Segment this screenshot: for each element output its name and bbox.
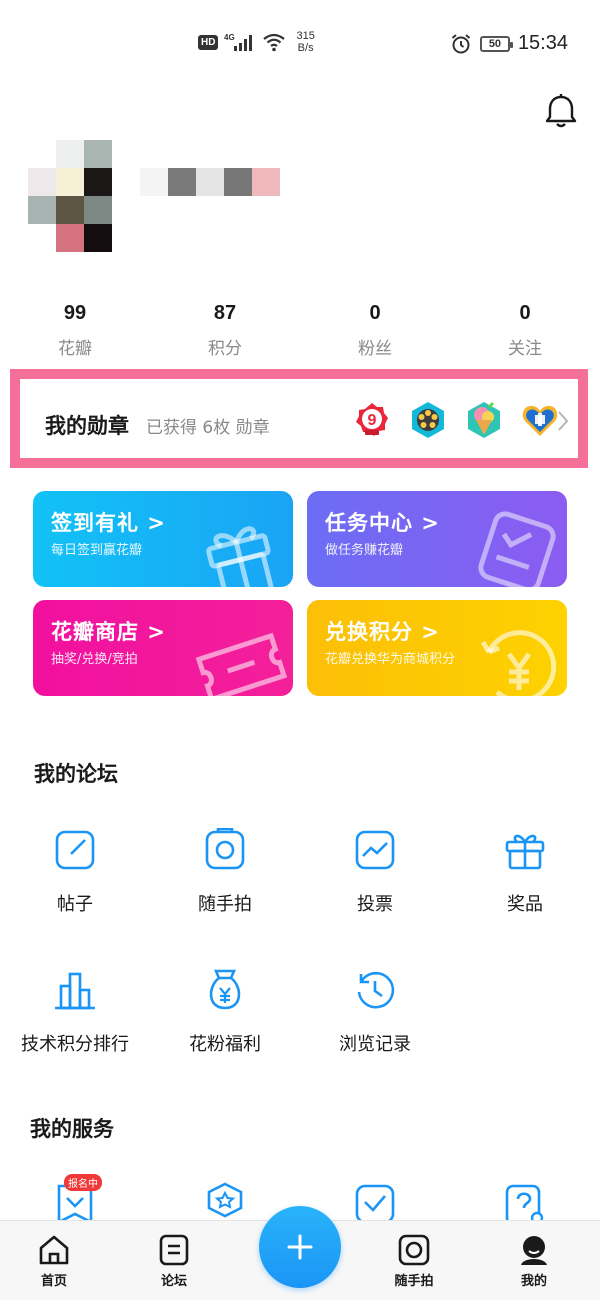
signal-4g-icon: 4G [224,33,253,51]
nav-mine[interactable]: 我的 [494,1233,574,1289]
forum-item-label: 帖子 [57,894,93,915]
vote-icon [355,830,395,870]
medal-icons: 9 [353,401,559,439]
card-subtitle: 花瓣兑换华为商城积分 [325,652,456,667]
stat-label: 粉丝 [358,339,392,359]
chevron-right-icon [558,411,569,431]
status-bar: HD 4G 315 B/s 50 15:34 [0,0,600,88]
stat-label: 关注 [508,339,542,359]
medal-heart-icon [522,405,558,436]
home-icon [39,1235,69,1265]
username [140,168,280,196]
card-subtitle: 抽奖/兑换/竞拍 [51,652,138,667]
svg-text:9: 9 [368,412,377,429]
stat-fans[interactable]: 0 粉丝 [300,298,450,368]
network-speed: 315 B/s [296,30,314,54]
medal-film-icon [412,402,444,438]
stat-label: 积分 [208,339,242,359]
card-title: 任务中心 > [325,511,440,535]
hd-indicator: HD [198,34,219,50]
medals-count: 已获得 6枚 勋章 [146,418,270,438]
svg-text:4G: 4G [224,33,235,42]
forum-icon [159,1234,189,1266]
forum-item-history[interactable]: 浏览记录 [300,968,450,1056]
petal-shop-card[interactable]: 花瓣商店 > 抽奖/兑换/竞拍 [33,600,293,696]
medals-title: 我的勋章 [45,414,129,438]
help-icon [505,1184,544,1222]
card-subtitle: 做任务赚花瓣 [325,543,404,558]
alarm-icon [451,33,471,53]
forum-item-welfare[interactable]: 花粉福利 [150,968,300,1056]
nav-label: 论坛 [160,1274,187,1289]
signup-status-badge: 报名中 [64,1174,102,1191]
stat-following[interactable]: 0 关注 [450,298,600,368]
status-left: HD 4G 315 B/s [198,30,315,54]
speed-unit: B/s [297,42,314,54]
card-subtitle: 每日签到赢花瓣 [51,543,143,558]
stat-points[interactable]: 87 积分 [150,298,300,368]
history-icon [357,971,395,1009]
nav-label: 首页 [40,1274,67,1289]
stat-value: 99 [63,302,87,324]
card-title: 花瓣商店 > [51,620,166,644]
forum-item-prizes[interactable]: 奖品 [450,828,600,916]
gift-icon [206,526,274,587]
avatar[interactable] [28,140,112,252]
profile-icon [521,1236,547,1265]
battery-level: 50 [488,37,502,50]
stat-value: 0 [519,302,531,324]
nav-label: 我的 [520,1274,547,1289]
user-stats: 99 花瓣 87 积分 0 粉丝 0 关注 [0,298,600,368]
money-bag-icon [209,969,241,1010]
forum-item-vote[interactable]: 投票 [300,828,450,916]
task-center-card[interactable]: 任务中心 > 做任务赚花瓣 [307,491,567,587]
forum-item-camera[interactable]: 随手拍 [150,828,300,916]
forum-section-title: 我的论坛 [34,762,118,786]
task-icon [478,511,556,587]
nav-label: 随手拍 [394,1274,434,1289]
forum-item-label: 花粉福利 [189,1034,261,1055]
card-title: 兑换积分 > [325,620,440,644]
my-medals-row[interactable]: 我的勋章 已获得 6枚 勋章 9 [10,369,588,468]
signin-card[interactable]: 签到有礼 > 每日签到赢花瓣 [33,491,293,587]
card-title: 签到有礼 > [51,511,166,535]
camera-icon [398,1234,430,1266]
nav-camera[interactable]: 随手拍 [374,1233,454,1289]
forum-item-ranking[interactable]: 技术积分排行 [0,968,150,1056]
forum-item-label: 投票 [357,894,393,915]
speed-value: 315 [296,30,315,42]
wifi-icon [263,33,286,52]
medal-icecream-icon [468,401,500,438]
medal-9-icon: 9 [356,403,388,436]
forum-item-label: 浏览记录 [339,1034,411,1055]
exchange-points-card[interactable]: 兑换积分 > 花瓣兑换华为商城积分 [307,600,567,696]
stat-value: 0 [369,302,381,324]
plus-icon [287,1234,313,1260]
ranking-icon [55,972,95,1010]
nav-forum[interactable]: 论坛 [134,1233,214,1289]
stat-label: 花瓣 [58,339,92,359]
create-post-button[interactable] [259,1206,341,1288]
certificate-icon [207,1182,243,1218]
nav-home[interactable]: 首页 [14,1233,94,1289]
notification-bell-icon[interactable] [541,92,581,132]
post-icon [55,830,95,870]
forum-item-label: 技术积分排行 [21,1034,129,1055]
forum-item-label: 随手拍 [198,894,252,915]
ticket-icon [195,632,288,696]
status-right: 50 15:34 [450,32,568,55]
gift-icon [505,834,545,870]
camera-icon [205,828,245,870]
forum-item-posts[interactable]: 帖子 [0,828,150,916]
services-section-title: 我的服务 [30,1117,114,1141]
clock: 15:34 [517,32,568,54]
yen-icon [480,630,557,696]
battery-indicator: 50 [479,35,513,52]
stat-value: 87 [213,302,237,324]
stat-petals[interactable]: 99 花瓣 [0,298,150,368]
forum-item-label: 奖品 [507,894,543,915]
check-box-icon [355,1184,395,1222]
service-item-help[interactable] [450,1182,600,1222]
